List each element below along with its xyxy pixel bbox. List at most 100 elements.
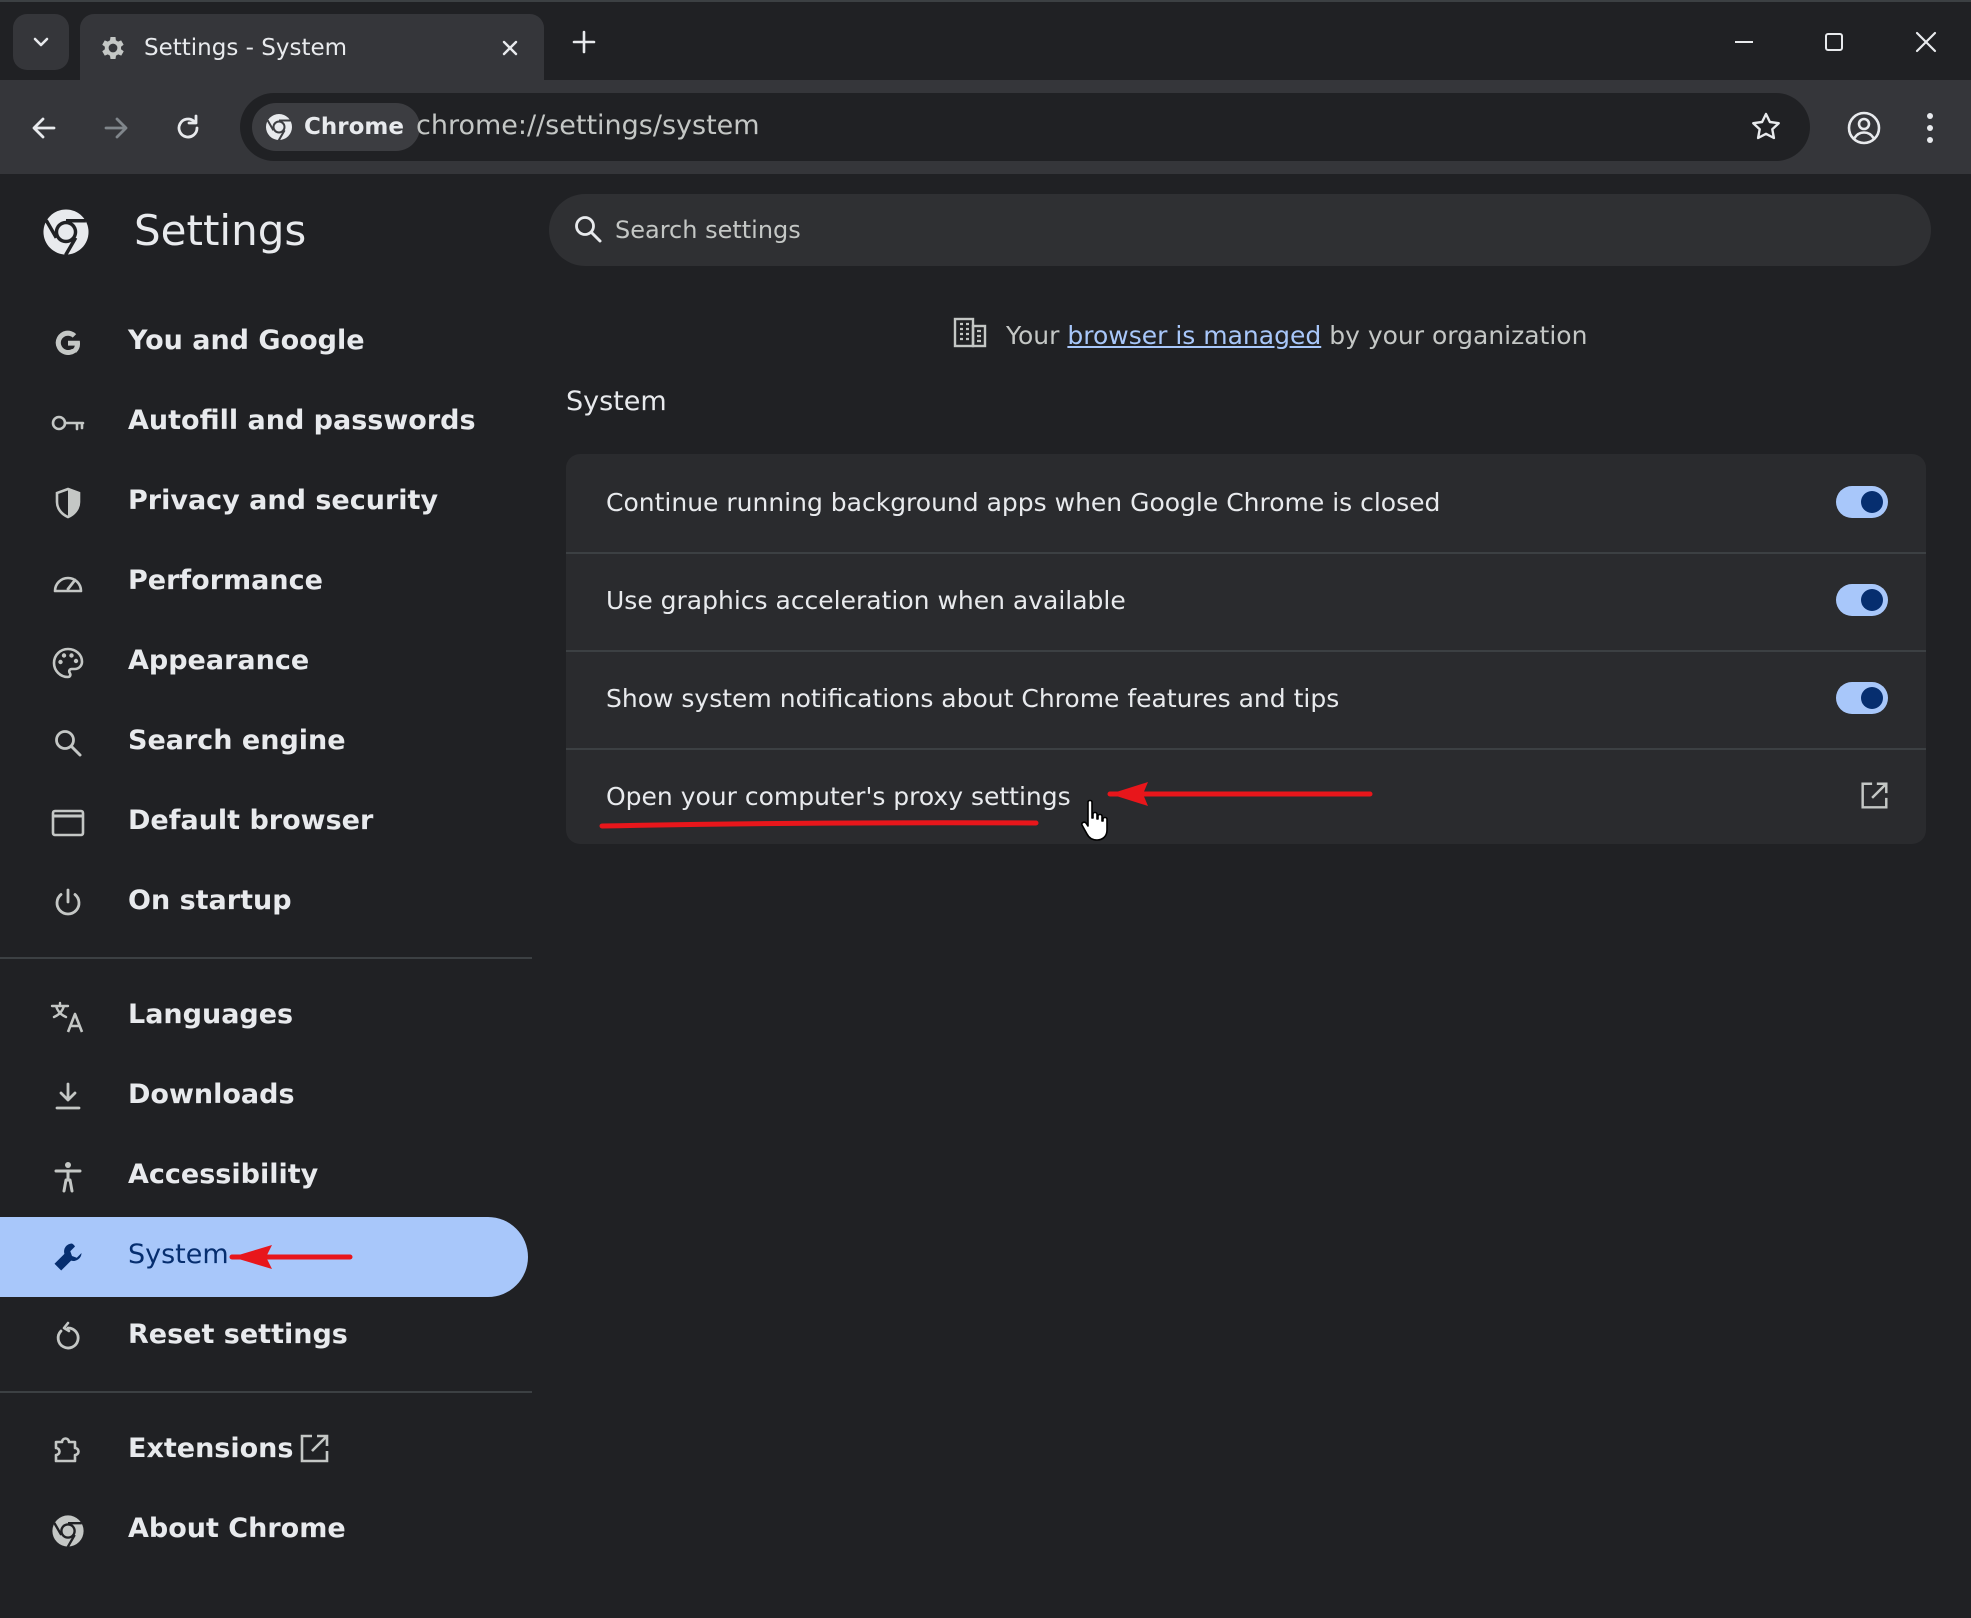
plus-icon [572, 30, 596, 54]
sidebar-item-about-chrome[interactable]: About Chrome [0, 1491, 528, 1571]
profile-button[interactable] [1840, 104, 1888, 152]
setting-label: Use graphics acceleration when available [606, 586, 1126, 615]
speedometer-icon [48, 563, 88, 603]
more-vertical-icon [1927, 113, 1933, 143]
sidebar-item-label: Downloads [128, 1079, 295, 1110]
toggle-knob [1861, 687, 1883, 709]
sidebar-item-system[interactable]: System [0, 1217, 528, 1297]
row-divider [566, 552, 1926, 554]
background-apps-toggle[interactable] [1836, 486, 1888, 518]
tab-title: Settings - System [144, 35, 348, 61]
arrow-left-icon [32, 117, 56, 139]
sidebar-item-label: Default browser [128, 805, 374, 836]
sidebar-item-reset-settings[interactable]: Reset settings [0, 1297, 528, 1377]
system-settings-card: Continue running background apps when Go… [566, 454, 1926, 844]
graphics-acceleration-toggle[interactable] [1836, 584, 1888, 616]
setting-label: Show system notifications about Chrome f… [606, 684, 1340, 713]
close-icon [1915, 31, 1937, 53]
back-button[interactable] [20, 104, 68, 152]
tab-strip: Settings - System [0, 0, 1971, 82]
reload-icon [177, 114, 199, 139]
close-icon [502, 40, 518, 56]
setting-row-graphics-acceleration[interactable]: Use graphics acceleration when available [566, 552, 1926, 650]
setting-row-proxy-settings[interactable]: Open your computer's proxy settings [566, 748, 1926, 846]
setting-label: Open your computer's proxy settings [606, 782, 1071, 811]
menu-button[interactable] [1906, 104, 1954, 152]
sidebar-item-accessibility[interactable]: Accessibility [0, 1137, 528, 1217]
sidebar-item-privacy[interactable]: Privacy and security [0, 463, 528, 543]
managed-prefix: Your [1006, 320, 1060, 350]
sidebar-item-you-and-google[interactable]: You and Google [0, 303, 528, 383]
sidebar-item-appearance[interactable]: Appearance [0, 623, 528, 703]
row-divider [566, 748, 1926, 750]
sidebar-divider [0, 1391, 532, 1393]
setting-label: Continue running background apps when Go… [606, 488, 1441, 517]
arrow-right-icon [104, 117, 128, 139]
sidebar-item-label: Privacy and security [128, 485, 439, 516]
managed-suffix: by your organization [1329, 320, 1588, 350]
google-g-icon [48, 323, 88, 363]
browser-window: Settings - System Chrome chrome://settin… [0, 0, 1971, 1618]
sidebar-item-label: Languages [128, 999, 294, 1030]
sidebar-item-label: Reset settings [128, 1319, 348, 1350]
sidebar-item-search-engine[interactable]: Search engine [0, 703, 528, 783]
sidebar-item-on-startup[interactable]: On startup [0, 863, 528, 943]
section-title: System [566, 386, 667, 417]
power-icon [48, 883, 88, 923]
setting-row-system-notifications[interactable]: Show system notifications about Chrome f… [566, 650, 1926, 748]
tab-settings-system[interactable]: Settings - System [80, 14, 544, 82]
sidebar-item-label: System [128, 1239, 229, 1270]
sidebar-item-label: Appearance [128, 645, 310, 676]
sidebar-item-autofill[interactable]: Autofill and passwords [0, 383, 528, 463]
forward-button[interactable] [92, 104, 140, 152]
palette-icon [48, 643, 88, 683]
minimize-button[interactable] [1714, 18, 1774, 66]
open-in-new-icon[interactable] [1856, 778, 1892, 814]
tab-search-button[interactable] [13, 14, 69, 70]
search-icon [48, 723, 88, 763]
search-input[interactable] [615, 208, 1895, 252]
sidebar-item-extensions[interactable]: Extensions [0, 1411, 528, 1491]
sidebar-item-label: Search engine [128, 725, 346, 756]
chevron-down-icon [33, 37, 49, 47]
search-settings-bar[interactable] [549, 194, 1931, 266]
window-close-button[interactable] [1896, 18, 1956, 66]
reload-button[interactable] [164, 104, 212, 152]
new-tab-button[interactable] [564, 22, 604, 62]
chip-label: Chrome [304, 114, 404, 140]
wrench-icon [48, 1237, 88, 1277]
sidebar-item-downloads[interactable]: Downloads [0, 1057, 528, 1137]
maximize-icon [1825, 33, 1843, 51]
search-icon [571, 212, 605, 250]
chrome-logo-icon [43, 209, 89, 256]
sidebar-item-label: You and Google [128, 325, 365, 356]
chrome-logo-icon [48, 1511, 88, 1551]
browser-managed-link[interactable]: browser is managed [1067, 321, 1321, 350]
sidebar-item-default-browser[interactable]: Default browser [0, 783, 528, 863]
managed-notice: Your browser is managed by your organiza… [952, 314, 1587, 356]
sidebar-item-languages[interactable]: Languages [0, 977, 528, 1057]
sidebar-item-label: On startup [128, 885, 292, 916]
chrome-logo-icon [266, 114, 292, 141]
site-info-chip[interactable]: Chrome [252, 103, 420, 151]
address-bar[interactable]: Chrome chrome://settings/system [240, 93, 1810, 161]
reset-icon [48, 1317, 88, 1357]
sidebar-item-performance[interactable]: Performance [0, 543, 528, 623]
system-notifications-toggle[interactable] [1836, 682, 1888, 714]
url-text[interactable]: chrome://settings/system [416, 110, 760, 141]
settings-header: Settings [40, 206, 306, 258]
maximize-button[interactable] [1804, 18, 1864, 66]
account-icon [1847, 111, 1881, 145]
sidebar-item-label: Accessibility [128, 1159, 319, 1190]
row-divider [566, 650, 1926, 652]
gear-icon [102, 37, 124, 59]
toggle-knob [1861, 589, 1883, 611]
translate-icon [48, 997, 88, 1037]
sidebar-item-label: Autofill and passwords [128, 405, 476, 436]
open-in-new-icon [296, 1431, 332, 1471]
puzzle-icon [48, 1431, 88, 1471]
sidebar-item-label: Performance [128, 565, 323, 596]
tab-close-button[interactable] [494, 32, 526, 64]
bookmark-star-button[interactable] [1746, 107, 1786, 147]
setting-row-background-apps[interactable]: Continue running background apps when Go… [566, 454, 1926, 552]
